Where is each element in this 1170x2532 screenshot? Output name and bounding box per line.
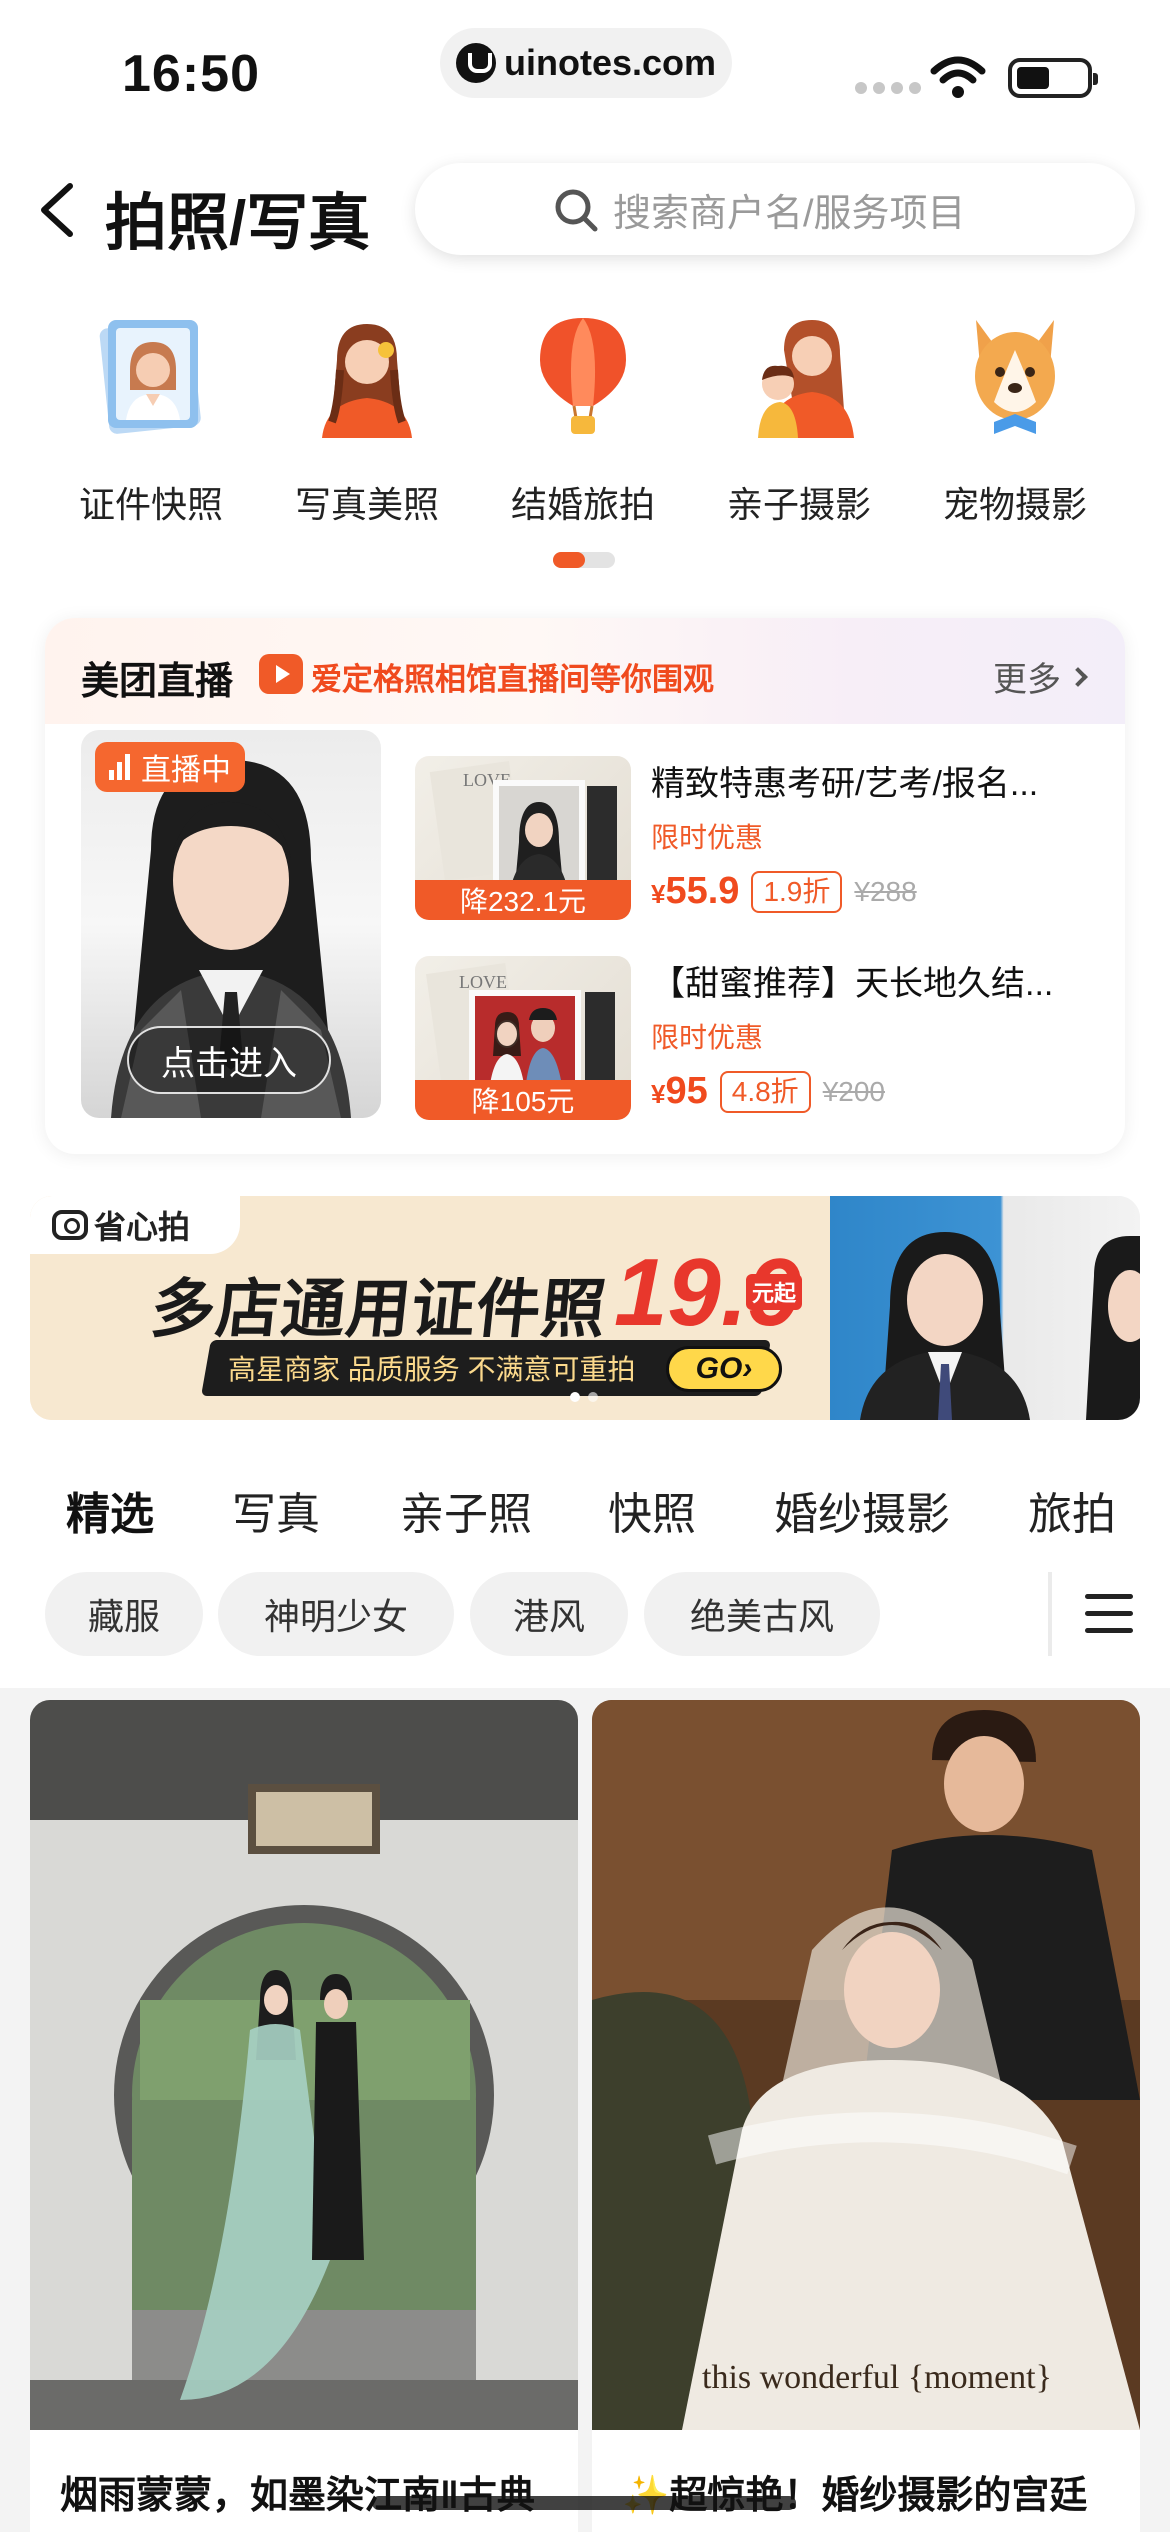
deal-promo: 限时优惠 — [651, 1022, 764, 1053]
live-more-link[interactable]: 更多 — [993, 652, 1088, 701]
deal-discount-rate: 4.8折 — [719, 1070, 811, 1113]
feed-card[interactable]: 烟雨蒙蒙，如墨染江南‖古典 — [30, 1700, 578, 2532]
deal-discount-rate: 1.9折 — [751, 870, 843, 913]
id-photo-icon — [99, 320, 201, 434]
chip-tibetan[interactable]: 藏服 — [45, 1572, 203, 1656]
style-chips: 藏服 神明少女 港风 绝美古风 — [0, 1572, 1170, 1656]
header: 拍照/写真 搜索商户名/服务项目 — [0, 160, 1170, 260]
deal-original-price: ¥288 — [854, 875, 917, 907]
category-portrait[interactable]: 写真美照 — [259, 310, 475, 540]
live-stream-card: 美团直播 爱定格照相馆直播间等你围观 更多 直播中 点击进入 LOVE 降232… — [45, 618, 1125, 1154]
live-tag-label: 直播中 — [141, 754, 231, 787]
tab-wedding[interactable]: 婚纱摄影 — [774, 1478, 950, 1542]
category-label: 亲子摄影 — [726, 484, 871, 525]
svg-text:this wonderful {moment}: this wonderful {moment} — [702, 2359, 1052, 2396]
chips-divider — [1048, 1572, 1052, 1656]
enter-live-button[interactable]: 点击进入 — [127, 1026, 331, 1094]
banner-photo — [830, 1196, 1140, 1420]
banner-brand-name: 省心拍 — [94, 1209, 191, 1245]
deal-item[interactable]: LOVE 降232.1元 精致特惠考研/艺考/报名... 限时优惠 ¥55.9 … — [415, 756, 1105, 920]
svg-text:LOVE: LOVE — [459, 972, 507, 992]
deal-title: 【甜蜜推荐】天长地久结... — [651, 965, 1054, 1003]
live-subtitle: 爱定格照相馆直播间等你围观 — [311, 662, 714, 697]
page-title: 拍照/写真 — [105, 189, 371, 258]
chip-hk-style[interactable]: 港风 — [470, 1572, 628, 1656]
category-label: 证件快照 — [78, 484, 223, 525]
deal-original-price: ¥200 — [822, 1075, 885, 1107]
deal-price: ¥55.9 — [651, 870, 740, 912]
deal-thumbnail: LOVE 降232.1元 — [415, 756, 631, 920]
video-play-icon — [259, 654, 303, 694]
deal-promo: 限时优惠 — [651, 822, 764, 853]
search-placeholder: 搜索商户名/服务项目 — [613, 192, 966, 235]
deal-item[interactable]: LOVE 降105元 【甜蜜推荐】天长地久结... 限时优惠 ¥95 4.8折 … — [415, 956, 1105, 1120]
chevron-right-icon — [1068, 666, 1088, 687]
banner-price-unit: 元起 — [746, 1274, 803, 1310]
category-id-photo[interactable]: 证件快照 — [43, 310, 259, 540]
banner-page-dots — [570, 1392, 598, 1402]
category-label: 写真美照 — [294, 484, 439, 525]
tab-portrait[interactable]: 写真 — [232, 1478, 320, 1542]
live-status-badge: 直播中 — [95, 742, 245, 792]
banner-brand: 省心拍 — [30, 1196, 240, 1254]
tab-quick-photo[interactable]: 快照 — [608, 1478, 696, 1542]
more-label: 更多 — [993, 661, 1061, 699]
live-title: 美团直播 — [81, 661, 234, 703]
tab-family[interactable]: 亲子照 — [400, 1478, 532, 1542]
deal-discount-badge: 降105元 — [415, 1080, 631, 1120]
feed-image: this wonderful {moment} — [592, 1700, 1140, 2430]
site-logo-icon — [455, 43, 496, 83]
live-card-header: 美团直播 爱定格照相馆直播间等你围观 更多 — [45, 618, 1125, 724]
feed-card[interactable]: this wonderful {moment} ✨超惊艳！婚纱摄影的宫廷 — [592, 1700, 1140, 2532]
chip-ancient-style[interactable]: 绝美古风 — [644, 1572, 880, 1656]
category-grid: 证件快照 写真美照 结婚旅拍 亲子摄影 宠物摄影 — [0, 310, 1170, 540]
banner-go-button[interactable]: GO› — [666, 1346, 782, 1392]
photo-feed: 烟雨蒙蒙，如墨染江南‖古典 this wonderful {moment} ✨超… — [0, 1688, 1170, 2532]
category-pet[interactable]: 宠物摄影 — [907, 310, 1123, 540]
category-family[interactable]: 亲子摄影 — [691, 310, 907, 540]
status-time: 16:50 — [122, 45, 260, 103]
portrait-girl-icon — [322, 324, 412, 438]
feed-image — [30, 1700, 578, 2430]
deal-price: ¥95 — [651, 1070, 708, 1112]
hot-air-balloon-icon — [540, 318, 626, 434]
banner-headline: 多店通用证件照 — [147, 1273, 611, 1345]
tab-travel[interactable]: 旅拍 — [1028, 1478, 1116, 1542]
url-pill[interactable]: uinotes.com — [440, 28, 732, 98]
banner-model-image — [860, 1232, 1140, 1420]
back-arrow-icon[interactable] — [30, 180, 90, 240]
tab-featured[interactable]: 精选 — [64, 1478, 156, 1542]
deal-price-row: ¥95 4.8折 ¥200 — [651, 1070, 885, 1113]
category-label: 宠物摄影 — [942, 484, 1087, 525]
wifi-icon — [930, 56, 986, 98]
category-page-indicator — [553, 552, 615, 568]
promo-banner[interactable]: 省心拍 多店通用证件照 19.9 元起 高星商家 品质服务 不满意可重拍 GO› — [30, 1196, 1140, 1420]
category-label: 结婚旅拍 — [510, 484, 655, 525]
live-host-thumbnail[interactable]: 直播中 点击进入 — [81, 730, 381, 1118]
mother-child-icon — [758, 320, 854, 438]
search-icon — [555, 189, 598, 232]
cellular-signal-icon — [855, 82, 921, 94]
battery-icon — [1008, 58, 1098, 98]
category-tabs: 精选 写真 亲子照 快照 婚纱摄影 旅拍 — [0, 1470, 1170, 1550]
camera-logo-icon — [52, 1210, 88, 1240]
deal-discount-badge: 降232.1元 — [415, 880, 631, 920]
url-text: uinotes.com — [503, 42, 717, 83]
corgi-dog-icon — [975, 320, 1055, 434]
live-bars-icon — [109, 754, 133, 780]
deal-thumbnail: LOVE 降105元 — [415, 956, 631, 1120]
menu-icon[interactable] — [1085, 1594, 1133, 1634]
search-input[interactable]: 搜索商户名/服务项目 — [415, 163, 1135, 255]
status-bar: 16:50 uinotes.com — [0, 0, 1170, 140]
chip-goddess[interactable]: 神明少女 — [218, 1572, 454, 1656]
deal-title: 精致特惠考研/艺考/报名... — [651, 765, 1039, 803]
category-wedding-travel[interactable]: 结婚旅拍 — [475, 310, 691, 540]
home-indicator — [372, 2496, 796, 2510]
deal-price-row: ¥55.9 1.9折 ¥288 — [651, 870, 917, 913]
